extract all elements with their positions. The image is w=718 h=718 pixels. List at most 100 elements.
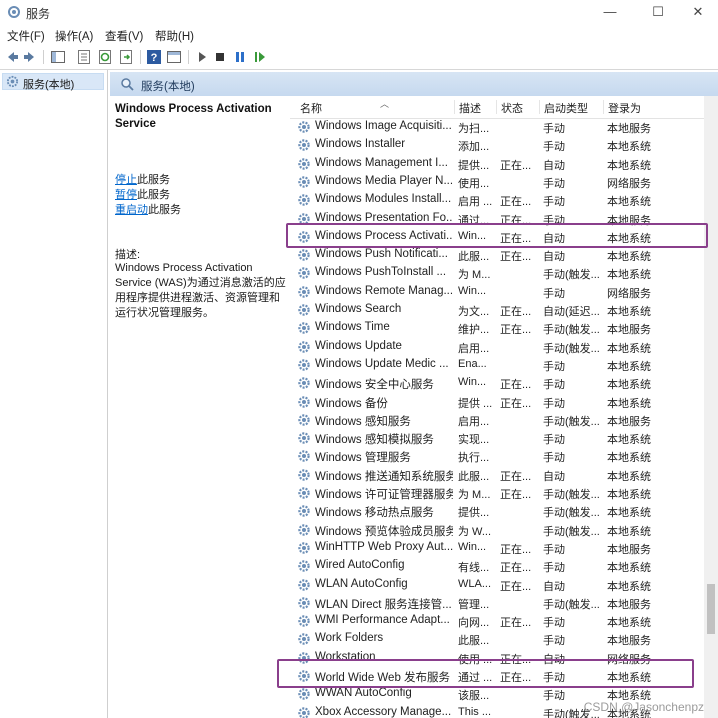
- service-row[interactable]: Wired AutoConfig 有线... 正在... 手动 本地系统: [290, 557, 702, 575]
- service-row[interactable]: WMI Performance Adapt... 向网... 正在... 手动 本地系统: [290, 612, 702, 630]
- service-startup-type: 手动: [543, 617, 565, 630]
- service-name: Windows Modules Install...: [315, 193, 452, 206]
- service-status: 正在...: [500, 543, 532, 556]
- console-tree: 服务(本地): [0, 70, 108, 718]
- column-header-name[interactable]: 名称 ︿: [300, 99, 450, 115]
- service-row[interactable]: Windows PushToInstall ... 为 M... 手动(触发... 本…: [290, 264, 702, 282]
- service-description-cell: 提供 ...: [458, 397, 493, 410]
- service-row[interactable]: WLAN Direct 服务连接管... 管理... 手动(触发... 本地服务: [290, 594, 702, 612]
- service-startup-type: 手动(触发...: [543, 269, 600, 282]
- column-header-description[interactable]: 描述: [454, 100, 495, 115]
- properties-icon[interactable]: [76, 49, 92, 65]
- service-description-cell: 为 M...: [458, 489, 491, 501]
- service-row[interactable]: Windows Push Notificati... 此服... 正在... 自动 本地…: [290, 246, 702, 264]
- service-row[interactable]: Windows Image Acquisiti... 为扫... 手动 本地服务: [290, 118, 702, 136]
- menu-file[interactable]: 文件(F): [7, 28, 45, 44]
- stop-service-icon[interactable]: [212, 49, 228, 65]
- restart-service-icon[interactable]: [252, 49, 268, 65]
- service-description-cell: Ena...: [458, 357, 487, 370]
- back-arrow-icon[interactable]: [4, 49, 20, 65]
- column-header-logon-as[interactable]: 登录为: [603, 100, 668, 115]
- service-name: Windows PushToInstall ...: [315, 266, 447, 279]
- tree-node-services-local[interactable]: 服务(本地): [2, 73, 104, 91]
- column-header-startup-type[interactable]: 启动类型: [539, 100, 602, 115]
- service-row[interactable]: Windows 安全中心服务 Win... 正在... 手动 本地系统: [290, 374, 702, 392]
- service-startup-type: 手动: [543, 287, 565, 300]
- service-row[interactable]: Windows 感知服务 启用... 手动(触发... 本地服务: [290, 411, 702, 429]
- service-gear-icon: [298, 688, 310, 700]
- service-row[interactable]: Work Folders 此服... 手动 本地服务: [290, 630, 702, 648]
- service-row[interactable]: Windows Time 维护... 正在... 手动(触发... 本地服务: [290, 319, 702, 337]
- service-row[interactable]: WinHTTP Web Proxy Aut... Win... 正在... 手动 本地服…: [290, 539, 702, 557]
- vertical-scrollbar[interactable]: [704, 96, 718, 718]
- service-name: Windows Image Acquisiti...: [315, 120, 452, 132]
- service-name: Windows Media Player N...: [315, 174, 453, 187]
- service-row[interactable]: Windows Update Medic ... Ena... 手动 本地系统: [290, 356, 702, 374]
- service-row[interactable]: Windows Installer 添加... 手动 本地系统: [290, 136, 702, 154]
- scrollbar-thumb[interactable]: [707, 584, 715, 634]
- export-icon[interactable]: [118, 49, 134, 65]
- menu-view[interactable]: 查看(V): [105, 28, 143, 44]
- service-row[interactable]: Windows 管理服务 执行... 手动 本地系统: [290, 447, 702, 465]
- service-name: Windows Time: [315, 321, 390, 334]
- minimize-button[interactable]: —: [590, 2, 630, 22]
- service-status: 正在...: [500, 196, 532, 209]
- service-description-cell: 为扫...: [458, 123, 490, 135]
- menu-help[interactable]: 帮助(H): [155, 28, 194, 44]
- toolbar-separator: [43, 50, 44, 64]
- service-row[interactable]: WLAN AutoConfig WLA... 正在... 自动 本地系统: [290, 576, 702, 594]
- pause-service-icon[interactable]: [232, 49, 248, 65]
- service-startup-type: 手动: [543, 177, 565, 190]
- restart-suffix: 此服务: [148, 204, 181, 216]
- service-name: Work Folders: [315, 632, 384, 645]
- window-title: 服务: [26, 7, 51, 21]
- service-row[interactable]: Windows 备份 提供 ... 正在... 手动 本地系统: [290, 393, 702, 411]
- service-status: 正在...: [500, 580, 532, 593]
- service-logon-as: 本地系统: [607, 196, 651, 209]
- service-status: 正在...: [500, 159, 532, 172]
- menu-action[interactable]: 操作(A): [55, 28, 93, 44]
- services-pane: 服务(本地) Windows Process Activation Servic…: [110, 72, 718, 718]
- service-row[interactable]: Windows 许可证管理器服务为 M... 正在... 手动(触发... 本地系统: [290, 484, 702, 502]
- refresh-icon[interactable]: [97, 49, 113, 65]
- console-icon[interactable]: [166, 49, 182, 65]
- service-row[interactable]: Windows Management I... 提供... 正在... 自动 本地系统: [290, 155, 702, 173]
- help-icon[interactable]: ?: [146, 49, 162, 65]
- pause-link[interactable]: 暂停: [115, 189, 137, 201]
- service-gear-icon: [298, 359, 310, 371]
- service-startup-type: 手动(触发...: [543, 507, 600, 520]
- maximize-button[interactable]: ☐: [638, 2, 678, 22]
- service-logon-as: 本地系统: [607, 525, 651, 538]
- service-startup-type: 手动: [543, 123, 565, 135]
- service-description-cell: 该服...: [458, 690, 490, 703]
- service-row[interactable]: Windows 感知模拟服务 实现... 手动 本地系统: [290, 429, 702, 447]
- service-row[interactable]: Windows Update 启用... 手动(触发... 本地系统: [290, 338, 702, 356]
- service-row[interactable]: Windows Search 为文... 正在... 自动(延迟... 本地系统: [290, 301, 702, 319]
- service-gear-icon: [298, 615, 310, 627]
- service-row[interactable]: Windows 预览体验成员服务为 W... 手动(触发... 本地系统: [290, 521, 702, 539]
- service-gear-icon: [298, 468, 310, 481]
- service-row[interactable]: Windows Modules Install... 启用 ... 正在... 手动 本…: [290, 191, 702, 209]
- service-gear-icon: [298, 249, 310, 261]
- service-row[interactable]: Windows Remote Manag... Win... 手动 网络服务: [290, 283, 702, 301]
- service-description-cell: 实现...: [458, 434, 490, 447]
- forward-arrow-icon[interactable]: [22, 49, 38, 65]
- service-logon-as: 本地服务: [607, 324, 651, 337]
- service-status: 正在...: [500, 324, 532, 337]
- service-name: Windows Presentation Fo...: [315, 211, 453, 224]
- service-startup-type: 自动(延迟...: [543, 306, 600, 318]
- column-header-status[interactable]: 状态: [496, 100, 537, 115]
- service-logon-as: 本地系统: [607, 379, 651, 392]
- service-row[interactable]: Windows 移动热点服务 提供... 手动(触发... 本地系统: [290, 502, 702, 520]
- menu-bar: 文件(F) 操作(A) 查看(V) 帮助(H): [0, 25, 718, 45]
- service-gear-icon: [298, 157, 310, 170]
- service-description-cell: 使用...: [458, 177, 490, 190]
- show-tree-icon[interactable]: [50, 49, 66, 65]
- restart-link[interactable]: 重启动: [115, 204, 148, 216]
- service-row[interactable]: Windows Media Player N... 使用... 手动 网络服务: [290, 173, 702, 191]
- service-row[interactable]: Windows 推送通知系统服务 此服... 正在... 自动 本地系统: [290, 466, 702, 484]
- service-name: Windows Search: [315, 303, 402, 315]
- stop-link[interactable]: 停止: [115, 174, 137, 186]
- start-service-icon[interactable]: [194, 49, 210, 65]
- close-button[interactable]: ✕: [678, 2, 718, 22]
